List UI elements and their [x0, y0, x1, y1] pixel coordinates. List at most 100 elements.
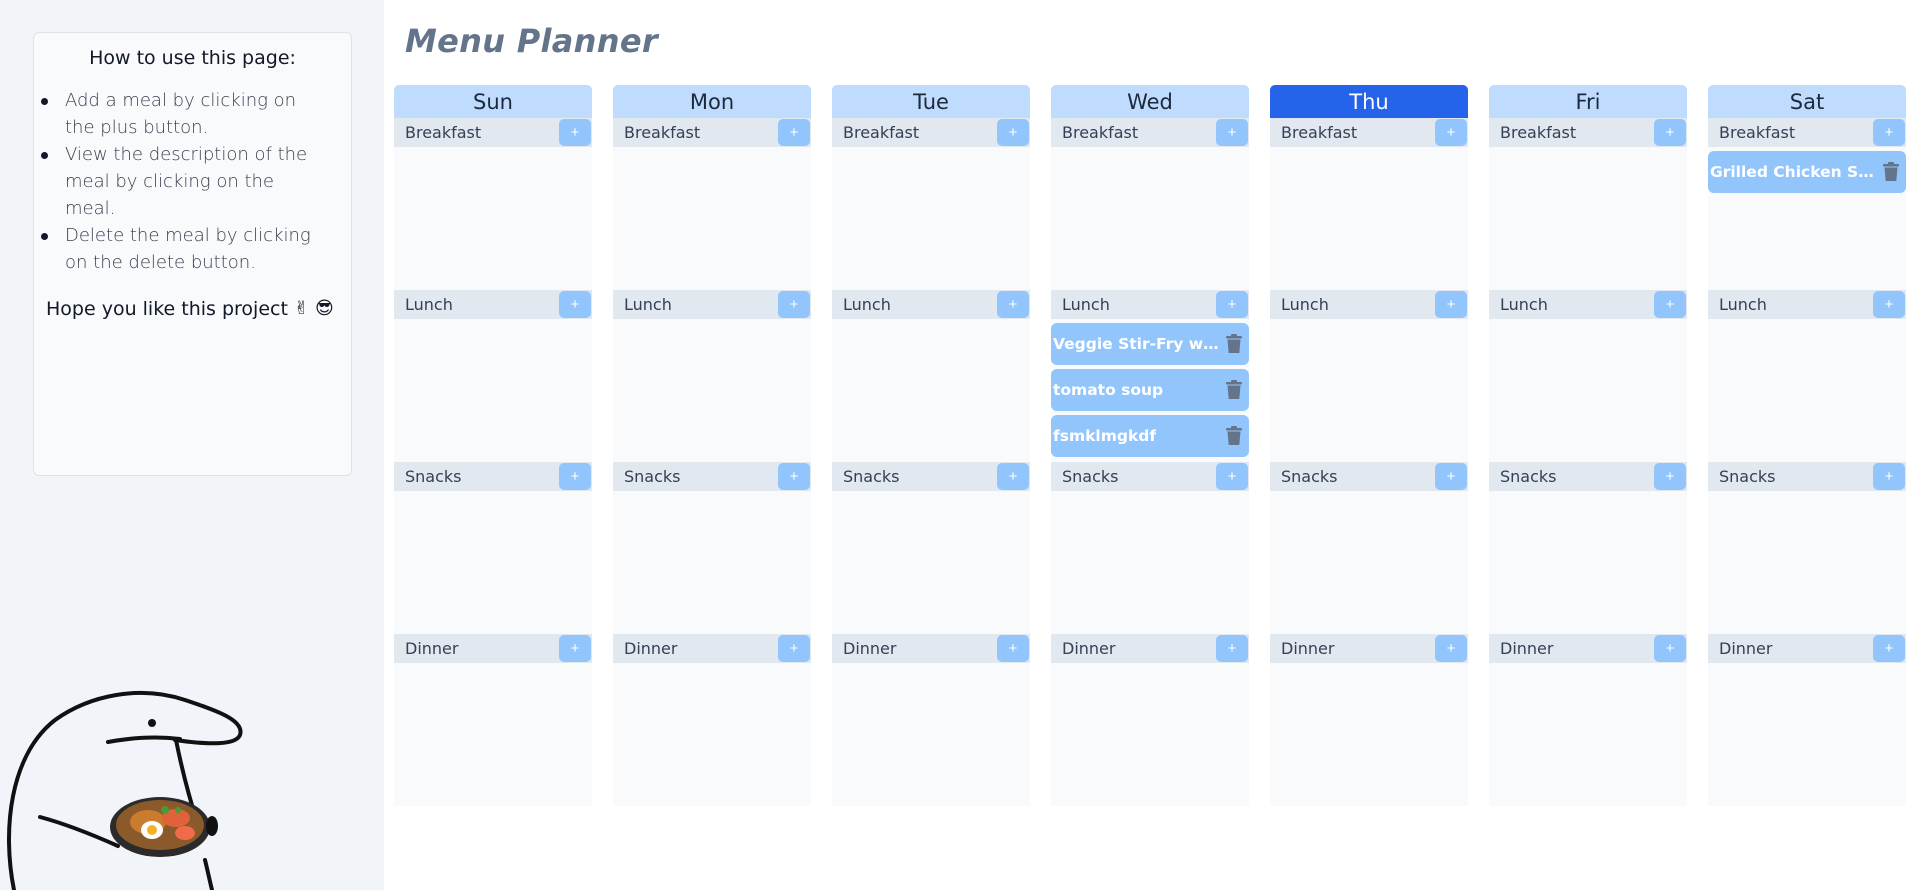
add-meal-button[interactable]: +: [1873, 463, 1905, 490]
day-column-tue: Tue Breakfast + Lunch + Snacks + Dinner +: [832, 85, 1030, 806]
meal-slot-breakfast: Breakfast + Grilled Chicken Salad: [1708, 118, 1906, 290]
meal-card[interactable]: tomato soup: [1051, 369, 1249, 411]
day-header: Fri: [1489, 85, 1687, 118]
slot-header: Breakfast +: [613, 118, 811, 147]
add-meal-button[interactable]: +: [997, 635, 1029, 662]
sidebar: How to use this page: Add a meal by clic…: [0, 0, 384, 890]
delete-meal-button[interactable]: [1225, 426, 1243, 446]
slot-header: Dinner +: [1708, 634, 1906, 663]
day-header: Thu: [1270, 85, 1468, 118]
day-column-mon: Mon Breakfast + Lunch + Snacks + Dinner +: [613, 85, 811, 806]
add-meal-button[interactable]: +: [1435, 635, 1467, 662]
add-meal-button[interactable]: +: [1654, 635, 1686, 662]
add-meal-button[interactable]: +: [997, 463, 1029, 490]
help-outro: Hope you like this project ✌ 😎: [46, 298, 351, 320]
meal-slot-snacks: Snacks +: [1708, 462, 1906, 634]
add-meal-button[interactable]: +: [559, 463, 591, 490]
meal-name[interactable]: Grilled Chicken Salad: [1710, 163, 1878, 181]
add-meal-button[interactable]: +: [1435, 119, 1467, 146]
slot-label: Lunch: [1719, 295, 1767, 314]
slot-header: Snacks +: [832, 462, 1030, 491]
day-header: Wed: [1051, 85, 1249, 118]
day-header: Sat: [1708, 85, 1906, 118]
slot-header: Dinner +: [394, 634, 592, 663]
mascot-illustration: [7, 690, 243, 890]
meal-card[interactable]: Veggie Stir-Fry with T...: [1051, 323, 1249, 365]
slot-header: Dinner +: [613, 634, 811, 663]
delete-meal-button[interactable]: [1225, 380, 1243, 400]
slot-label: Dinner: [405, 639, 459, 658]
add-meal-button[interactable]: +: [559, 291, 591, 318]
slot-header: Snacks +: [1708, 462, 1906, 491]
add-meal-button[interactable]: +: [778, 291, 810, 318]
delete-meal-button[interactable]: [1225, 334, 1243, 354]
meal-slot-breakfast: Breakfast +: [1270, 118, 1468, 290]
slot-label: Snacks: [1719, 467, 1776, 486]
slot-header: Lunch +: [1489, 290, 1687, 319]
add-meal-button[interactable]: +: [1216, 119, 1248, 146]
slot-label: Breakfast: [624, 123, 701, 142]
add-meal-button[interactable]: +: [997, 291, 1029, 318]
add-meal-button[interactable]: +: [1654, 291, 1686, 318]
help-title: How to use this page:: [89, 47, 296, 69]
main-area: Menu Planner Sun Breakfast + Lunch + Snacks + D…: [384, 0, 1920, 890]
add-meal-button[interactable]: +: [1216, 463, 1248, 490]
meal-slot-dinner: Dinner +: [1270, 634, 1468, 806]
meal-card[interactable]: fsmklmgkdf: [1051, 415, 1249, 457]
meal-slot-lunch: Lunch +: [1708, 290, 1906, 462]
slot-header: Snacks +: [613, 462, 811, 491]
slot-header: Lunch +: [394, 290, 592, 319]
meal-slot-breakfast: Breakfast +: [613, 118, 811, 290]
delete-meal-button[interactable]: [1882, 162, 1900, 182]
slot-label: Snacks: [1281, 467, 1338, 486]
slot-label: Dinner: [1281, 639, 1335, 658]
meal-slot-snacks: Snacks +: [394, 462, 592, 634]
slot-label: Breakfast: [1281, 123, 1358, 142]
help-item: Delete the meal by clicking on the delet…: [41, 222, 317, 276]
add-meal-button[interactable]: +: [1873, 635, 1905, 662]
trash-icon[interactable]: [1225, 380, 1243, 400]
add-meal-button[interactable]: +: [1654, 463, 1686, 490]
add-meal-button[interactable]: +: [1435, 463, 1467, 490]
meal-card[interactable]: Grilled Chicken Salad: [1708, 151, 1906, 193]
slot-label: Dinner: [1062, 639, 1116, 658]
add-meal-button[interactable]: +: [1654, 119, 1686, 146]
slot-header: Lunch +: [832, 290, 1030, 319]
slot-label: Snacks: [405, 467, 462, 486]
meal-slot-snacks: Snacks +: [1270, 462, 1468, 634]
meal-name[interactable]: tomato soup: [1053, 381, 1163, 399]
trash-icon[interactable]: [1882, 162, 1900, 182]
add-meal-button[interactable]: +: [559, 635, 591, 662]
slot-label: Lunch: [1062, 295, 1110, 314]
meal-slot-breakfast: Breakfast +: [394, 118, 592, 290]
add-meal-button[interactable]: +: [1873, 119, 1905, 146]
add-meal-button[interactable]: +: [778, 463, 810, 490]
add-meal-button[interactable]: +: [997, 119, 1029, 146]
meal-slot-snacks: Snacks +: [1489, 462, 1687, 634]
add-meal-button[interactable]: +: [1216, 635, 1248, 662]
add-meal-button[interactable]: +: [778, 635, 810, 662]
trash-icon[interactable]: [1225, 426, 1243, 446]
slot-label: Lunch: [843, 295, 891, 314]
add-meal-button[interactable]: +: [778, 119, 810, 146]
trash-icon[interactable]: [1225, 334, 1243, 354]
add-meal-button[interactable]: +: [1435, 291, 1467, 318]
meal-slot-dinner: Dinner +: [613, 634, 811, 806]
add-meal-button[interactable]: +: [1216, 291, 1248, 318]
meal-slot-breakfast: Breakfast +: [832, 118, 1030, 290]
meal-name[interactable]: fsmklmgkdf: [1053, 427, 1156, 445]
slot-label: Snacks: [1062, 467, 1119, 486]
help-card: How to use this page: Add a meal by clic…: [33, 32, 352, 476]
slot-label: Dinner: [1500, 639, 1554, 658]
day-column-sat: Sat Breakfast + Grilled Chicken Salad Lunch +…: [1708, 85, 1906, 806]
slot-header: Breakfast +: [832, 118, 1030, 147]
add-meal-button[interactable]: +: [559, 119, 591, 146]
meal-name[interactable]: Veggie Stir-Fry with T...: [1053, 335, 1221, 353]
meal-slot-snacks: Snacks +: [613, 462, 811, 634]
slot-label: Snacks: [624, 467, 681, 486]
day-column-fri: Fri Breakfast + Lunch + Snacks + Dinner +: [1489, 85, 1687, 806]
slot-label: Snacks: [1500, 467, 1557, 486]
day-header: Sun: [394, 85, 592, 118]
victory-hand-icon: ✌: [293, 298, 310, 319]
add-meal-button[interactable]: +: [1873, 291, 1905, 318]
